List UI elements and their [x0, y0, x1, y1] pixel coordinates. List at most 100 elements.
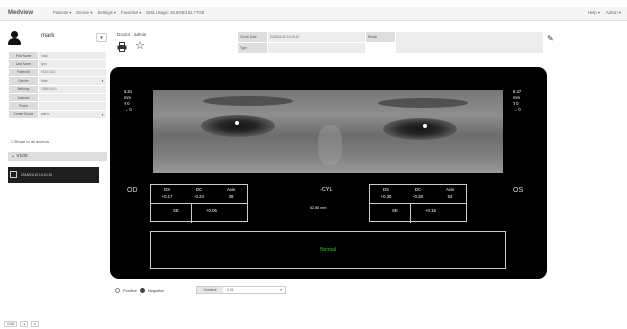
gradient-label: Gradient — [197, 287, 223, 293]
address-field[interactable] — [38, 92, 107, 103]
info-key: Birthday — [8, 84, 39, 94]
left-gaze-right: → 0 — [124, 107, 132, 112]
type-label: Type — [237, 42, 268, 54]
info-key: First Name — [8, 50, 39, 61]
info-key: Create Doctor — [8, 109, 39, 120]
sign-toggle: Positive Negative — [115, 288, 164, 293]
patient-id-field[interactable]: 92321423 — [38, 67, 107, 78]
brand-logo[interactable]: Medview — [8, 10, 33, 16]
result-box: Normal — [150, 231, 506, 269]
od-label: OD — [127, 187, 138, 194]
nav-settings[interactable]: Settings ▾ — [97, 10, 115, 15]
right-gaze-right: → 0 — [513, 107, 521, 112]
patient-info-table: First Name mark Last Name lynn PatientID 92… — [8, 50, 107, 120]
info-key: Last Name — [8, 59, 39, 69]
visit-timestamp: 2018/01/10 10:10:10 — [21, 173, 53, 177]
create-doctor-value: admin — [41, 112, 50, 117]
negative-radio[interactable] — [140, 288, 146, 293]
od-values: +0.17 -0.24 39 — [151, 194, 247, 199]
favorite-star-icon[interactable]: ☆ — [135, 41, 145, 52]
check-date-label: Check Date — [237, 31, 268, 43]
info-key: Address — [8, 92, 39, 103]
rx-header: DS DC Axis — [164, 187, 236, 192]
info-row: Address — [8, 92, 107, 103]
positive-radio[interactable] — [115, 288, 120, 293]
left-eye-readout: 5.81 mm ⭡ 0 → 0 — [124, 89, 132, 113]
right-eye — [383, 118, 457, 140]
gradient-value: 0.01 — [227, 288, 234, 292]
positive-label: Positive — [123, 288, 138, 293]
visit-group-label: V100 — [16, 154, 28, 159]
od-se: +0.05 — [206, 208, 217, 213]
visit-group-header[interactable]: ⌄ V100 — [8, 152, 107, 161]
os-se: +0.16 — [425, 208, 436, 213]
measurement-panel: 5.81 mm ⭡ 0 → 0 6.37 mm ⭡ 0 → 0 OD OS DS… — [110, 67, 547, 279]
od-ds: +0.17 — [161, 194, 173, 199]
nav-patients[interactable]: Patients ▾ — [53, 10, 71, 15]
nav-favorites[interactable]: Favorites ▾ — [121, 10, 142, 15]
record-icon — [10, 171, 17, 178]
os-dc: -0.28 — [413, 194, 423, 199]
user-avatar-icon — [8, 31, 21, 45]
result-field[interactable] — [395, 31, 544, 54]
rx-header: DS DC Axis — [383, 187, 455, 192]
os-axis: 63 — [447, 194, 453, 199]
meta-spacer — [365, 42, 396, 54]
exam-meta-table: Check Date 2018/01/10 10:10:10 Result Ty… — [237, 31, 544, 54]
od-axis: 39 — [228, 194, 234, 199]
first-name-field[interactable]: mark — [38, 50, 107, 61]
gradient-select[interactable]: Gradient 0.01 ▾ — [196, 286, 286, 294]
nav-menu: Patients ▾ Device ▾ Settings ▾ Favorites… — [53, 10, 204, 15]
eye-camera-image — [153, 90, 503, 173]
caret-down-icon: ▼ — [101, 112, 104, 117]
phone-field[interactable] — [38, 101, 107, 111]
footer-toolbar: V100 ▴ ▾ — [4, 321, 39, 327]
birthday-field[interactable]: 1988/01/01 — [38, 84, 107, 94]
visit-list-item[interactable]: 2018/01/10 10:10:10 — [8, 167, 99, 183]
nav-help[interactable]: Help ▾ — [588, 10, 600, 15]
share-label: Share to all doctors. — [14, 139, 51, 144]
info-key: Phone — [8, 101, 39, 111]
info-row: Last Name lynn — [8, 59, 107, 69]
od-prescription-box: DS DC Axis +0.17 -0.24 39 SE +0.05 — [150, 184, 248, 223]
check-date-field[interactable]: 2018/01/10 10:10:10 — [267, 31, 366, 43]
doctor-label: Doctor : admin — [117, 32, 147, 37]
info-key: PatientID — [8, 67, 39, 78]
edit-pencil-icon[interactable]: ✎ — [547, 34, 554, 43]
gender-value: Male — [41, 78, 48, 83]
info-row: Create Doctor admin ▼ — [8, 109, 107, 120]
result-status: Normal — [319, 247, 337, 253]
disk-usage: Disk Usage: 26.6GB/102.77GB — [146, 10, 205, 15]
os-prescription-box: DS DC Axis +0.30 -0.28 63 SE +0.16 — [369, 184, 467, 223]
negative-label: Negative — [148, 288, 164, 293]
caret-down-icon: ▼ — [101, 79, 104, 84]
chevron-up-icon[interactable]: ▴ — [20, 321, 29, 327]
nav-admin[interactable]: Admin ▾ — [606, 10, 621, 15]
info-row: Phone — [8, 101, 107, 111]
type-field[interactable] — [267, 42, 366, 54]
right-eye-readout: 6.37 mm ⭡ 0 → 0 — [513, 89, 521, 113]
nav-device[interactable]: Device ▾ — [76, 10, 92, 15]
print-icon[interactable] — [117, 42, 127, 52]
left-eye — [201, 115, 275, 137]
chevron-down-icon[interactable]: ▾ — [31, 321, 39, 327]
gender-select[interactable]: Male ▼ — [38, 76, 107, 86]
os-label: OS — [513, 187, 524, 194]
os-values: +0.30 -0.28 63 — [370, 194, 466, 199]
od-dc: -0.24 — [194, 194, 204, 199]
pupil-distance: 52.85 mm — [310, 206, 327, 210]
info-row: Birthday 1988/01/01 — [8, 84, 107, 94]
patient-dropdown-button[interactable]: ▾ — [96, 33, 107, 42]
create-doctor-select[interactable]: admin ▼ — [38, 109, 107, 120]
last-name-field[interactable]: lynn — [38, 59, 107, 69]
cyl-label: -CYL — [320, 187, 333, 193]
info-key: Gender — [8, 76, 39, 86]
footer-version-button[interactable]: V100 — [4, 321, 18, 327]
share-checkbox[interactable]: ☐Share to all doctors. — [11, 139, 50, 144]
caret-down-icon: ▾ — [280, 288, 282, 292]
meta-row: Check Date 2018/01/10 10:10:10 Result — [237, 31, 544, 54]
patient-header: mark ▾ — [8, 31, 107, 49]
info-row: First Name mark — [8, 50, 107, 61]
result-label: Result — [365, 31, 396, 43]
top-navbar: Medview Patients ▾ Device ▾ Settings ▾ F… — [0, 7, 627, 21]
